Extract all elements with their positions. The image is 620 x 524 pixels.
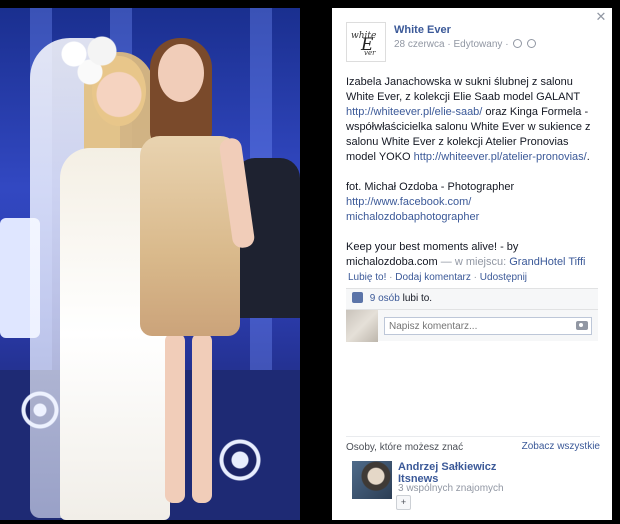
person-name-link[interactable]: Andrzej Sałkiewicz Itsnews [398, 461, 508, 485]
thumbs-up-icon [352, 292, 363, 303]
edited-label[interactable]: Edytowany [453, 39, 502, 50]
post-date[interactable]: 28 czerwca [394, 39, 445, 50]
post-text: . [586, 151, 590, 163]
add-friend-icon[interactable]: + [396, 495, 411, 510]
people-you-may-know: Osoby, które możesz znać Zobacz wszystki… [346, 436, 600, 510]
pymk-title: Osoby, które możesz znać [346, 442, 464, 453]
page-name-link[interactable]: White Ever [394, 24, 451, 36]
photo-viewer: ✕ white E ver White Ever 28 czerwca · Ed… [0, 0, 620, 524]
post-text: Izabela Janachowska w sukni ślubnej z sa… [346, 76, 580, 103]
close-icon[interactable]: ✕ [594, 10, 608, 24]
camera-icon[interactable] [576, 321, 588, 330]
feedback-box: 9 osób lubi to. [346, 288, 598, 342]
place-prefix: — w miejscu: [440, 256, 507, 268]
comment-input[interactable] [384, 317, 592, 335]
post-meta: 28 czerwca · Edytowany · [394, 39, 537, 50]
mutual-friends[interactable]: 3 wspólnych znajomych [398, 483, 504, 494]
post-paragraph: Izabela Janachowska w sukni ślubnej z sa… [346, 75, 600, 165]
avatar-logo-suffix: ver [364, 49, 376, 57]
woman-face [158, 44, 204, 102]
photographer-link[interactable]: michalozdobaphotographer [346, 211, 479, 223]
action-separator: · [389, 272, 393, 283]
avatar [346, 310, 378, 342]
post-body: Izabela Janachowska w sukni ślubnej z sa… [346, 75, 600, 285]
place-link[interactable]: GrandHotel Tiffi [509, 256, 585, 268]
list-item: Andrzej Sałkiewicz Itsnews 3 wspólnych z… [352, 461, 600, 501]
likes-suffix: lubi to. [402, 293, 433, 304]
post-paragraph: fot. Michał Ozdoba - Photographer http:/… [346, 180, 600, 225]
likes-summary: 9 osób lubi to. [346, 289, 598, 309]
likes-count-link[interactable]: 9 osób [370, 293, 400, 304]
clock-icon [513, 39, 523, 48]
woman-leg [192, 333, 212, 503]
pronovias-link[interactable]: http://whiteever.pl/atelier-pronovias/ [414, 151, 587, 163]
like-button[interactable]: Lubię to! [348, 272, 386, 283]
meta-separator: · [505, 39, 509, 50]
post-actions: Lubię to! · Dodaj komentarz · Udostępnij [348, 272, 527, 283]
facebook-link[interactable]: http://www.facebook.com/ [346, 196, 471, 208]
page-avatar[interactable]: white E ver [346, 22, 386, 62]
comment-button[interactable]: Dodaj komentarz [395, 272, 471, 283]
photo-sidebar: ✕ white E ver White Ever 28 czerwca · Ed… [332, 8, 612, 520]
post-header: white E ver White Ever 28 czerwca · Edyt… [346, 22, 596, 62]
action-separator: · [473, 272, 477, 283]
photo[interactable] [0, 8, 300, 520]
post-text: fot. Michał Ozdoba - Photographer [346, 181, 515, 193]
share-button[interactable]: Udostępnij [480, 272, 527, 283]
comment-composer [346, 309, 598, 342]
see-all-link[interactable]: Zobacz wszystkie [522, 441, 600, 452]
flower-headpiece [50, 30, 130, 90]
elie-saab-link[interactable]: http://whiteever.pl/elie-saab/ [346, 106, 482, 118]
meta-separator: · [447, 39, 451, 50]
post-paragraph: Keep your best moments alive! - by micha… [346, 240, 600, 270]
globe-icon[interactable] [527, 39, 537, 48]
person-avatar[interactable] [352, 461, 392, 499]
woman-leg [165, 333, 185, 503]
